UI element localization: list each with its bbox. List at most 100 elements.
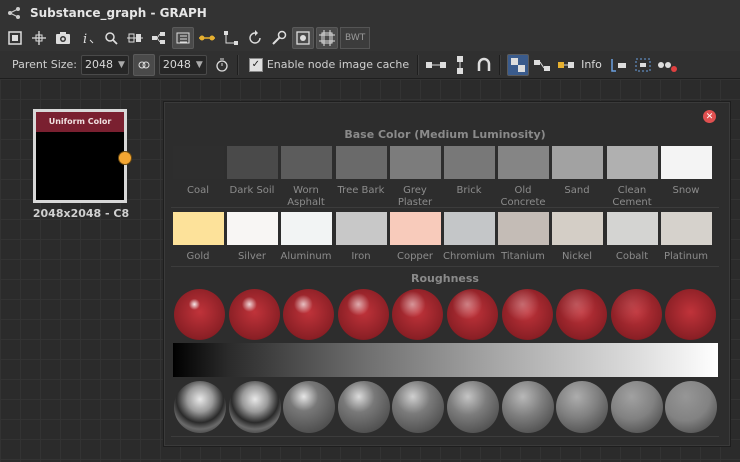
roughness-ball: [502, 289, 553, 340]
node-output-port[interactable]: [118, 151, 132, 165]
split-node-icon[interactable]: [531, 54, 553, 76]
metallic-ball: [665, 381, 717, 433]
metal-color-swatch[interactable]: [607, 212, 658, 245]
base-color-label: Grey Plaster: [397, 185, 433, 208]
base-color-swatch[interactable]: [281, 146, 332, 179]
base-color-title: Base Color (Medium Luminosity): [344, 128, 546, 141]
metal-color-swatch[interactable]: [336, 212, 387, 245]
roughness-ball: [556, 289, 607, 340]
preview-icon[interactable]: [292, 27, 314, 49]
info-icon[interactable]: i: [76, 27, 98, 49]
base-color-label: Dark Soil: [229, 185, 275, 196]
roughness-ball: [447, 289, 498, 340]
metal-color-swatch[interactable]: [281, 212, 332, 245]
base-color-swatch[interactable]: [336, 146, 387, 179]
parent-size-height-select[interactable]: 2048 ▼: [158, 54, 207, 75]
base-color-swatch[interactable]: [173, 146, 224, 179]
hierarchy-icon[interactable]: [148, 27, 170, 49]
metallic-ball: [229, 381, 281, 433]
metal-color-label: Copper: [396, 251, 434, 262]
layout-icon[interactable]: [172, 27, 194, 49]
parent-size-height-value: 2048: [162, 58, 191, 71]
wrench-icon[interactable]: [268, 27, 290, 49]
metal-color-label: Gold: [186, 251, 210, 262]
parent-size-width-select[interactable]: 2048 ▼: [81, 54, 129, 75]
metallic-ball: [283, 381, 335, 433]
metal-color-label: Platinum: [663, 251, 709, 262]
metal-color-swatch[interactable]: [661, 212, 712, 245]
metal-color-swatch[interactable]: [390, 212, 441, 245]
base-color-label: Sand: [564, 185, 590, 196]
link-icon[interactable]: [196, 27, 218, 49]
roughness-ball: [392, 289, 443, 340]
base-color-swatch[interactable]: [498, 146, 549, 179]
metal-color-label: Silver: [237, 251, 267, 262]
base-color-label: Clean Cement: [612, 185, 652, 208]
base-color-swatch[interactable]: [661, 146, 712, 179]
metallic-ball: [502, 381, 554, 433]
base-color-swatch[interactable]: [444, 146, 495, 179]
camera-icon[interactable]: [52, 27, 74, 49]
metallic-ball: [174, 381, 226, 433]
graph-icon: [6, 5, 22, 21]
connect-icon[interactable]: [220, 27, 242, 49]
bwt-button[interactable]: BWT: [340, 27, 371, 49]
grid-icon[interactable]: [316, 27, 338, 49]
metal-color-swatch[interactable]: [227, 212, 278, 245]
metal-color-swatch[interactable]: [444, 212, 495, 245]
align-icon[interactable]: [124, 27, 146, 49]
close-icon[interactable]: ✕: [703, 110, 716, 123]
base-color-label: Worn Asphalt: [287, 185, 325, 208]
search-icon[interactable]: [100, 27, 122, 49]
parent-size-width-value: 2048: [85, 58, 113, 71]
base-color-swatch[interactable]: [390, 146, 441, 179]
metal-color-swatch[interactable]: [552, 212, 603, 245]
svg-text:i: i: [83, 32, 87, 46]
metallic-ball: [611, 381, 663, 433]
checker-icon[interactable]: [507, 53, 530, 76]
metal-color-swatch[interactable]: [173, 212, 224, 245]
parent-size-label: Parent Size:: [12, 58, 77, 71]
divider: [171, 436, 719, 437]
pan-icon[interactable]: [28, 27, 50, 49]
base-color-label: Coal: [186, 185, 209, 196]
toolbar-separator: [236, 54, 239, 75]
node-vertical-icon[interactable]: [449, 54, 471, 76]
node-title: Uniform Color: [36, 112, 124, 132]
divider: [171, 266, 719, 267]
base-color-swatch[interactable]: [552, 146, 603, 179]
main-toolbar: i BWT: [0, 25, 740, 51]
base-color-swatch[interactable]: [227, 146, 278, 179]
node-horizontal-icon[interactable]: [425, 54, 447, 76]
remove-node-icon[interactable]: [656, 54, 678, 76]
info-label[interactable]: Info: [581, 58, 602, 71]
secondary-toolbar: Parent Size: 2048 ▼ 2048 ▼ ✓ Enable node i…: [0, 51, 740, 79]
uniform-color-node[interactable]: Uniform Color: [33, 109, 127, 203]
roughness-title: Roughness: [411, 272, 479, 285]
metallic-ball: [447, 381, 499, 433]
lock-ratio-icon[interactable]: [132, 53, 155, 76]
divider: [171, 207, 719, 208]
roughness-ball: [665, 289, 716, 340]
timer-icon[interactable]: [211, 54, 233, 76]
base-color-label: Old Concrete: [500, 185, 546, 208]
bracket-node-icon[interactable]: [608, 54, 630, 76]
frame-all-icon[interactable]: [4, 27, 26, 49]
magnet-icon[interactable]: [473, 54, 495, 76]
metal-color-swatch[interactable]: [498, 212, 549, 245]
roughness-ball: [229, 289, 280, 340]
cache-label: Enable node image cache: [266, 58, 410, 71]
metal-color-label: Iron: [351, 251, 371, 262]
toolbar-separator: [417, 54, 420, 75]
merge-node-icon[interactable]: [555, 54, 577, 76]
chevron-down-icon: ▼: [118, 59, 125, 70]
window-title: Substance_graph - GRAPH: [30, 5, 207, 20]
metal-color-label: Nickel: [561, 251, 593, 262]
base-color-swatch[interactable]: [607, 146, 658, 179]
frame-node-icon[interactable]: [632, 54, 654, 76]
metallic-ball: [556, 381, 608, 433]
cache-checkbox[interactable]: ✓: [248, 57, 263, 72]
refresh-icon[interactable]: [244, 27, 266, 49]
base-color-label: Snow: [672, 185, 700, 196]
roughness-gradient: [173, 343, 718, 377]
